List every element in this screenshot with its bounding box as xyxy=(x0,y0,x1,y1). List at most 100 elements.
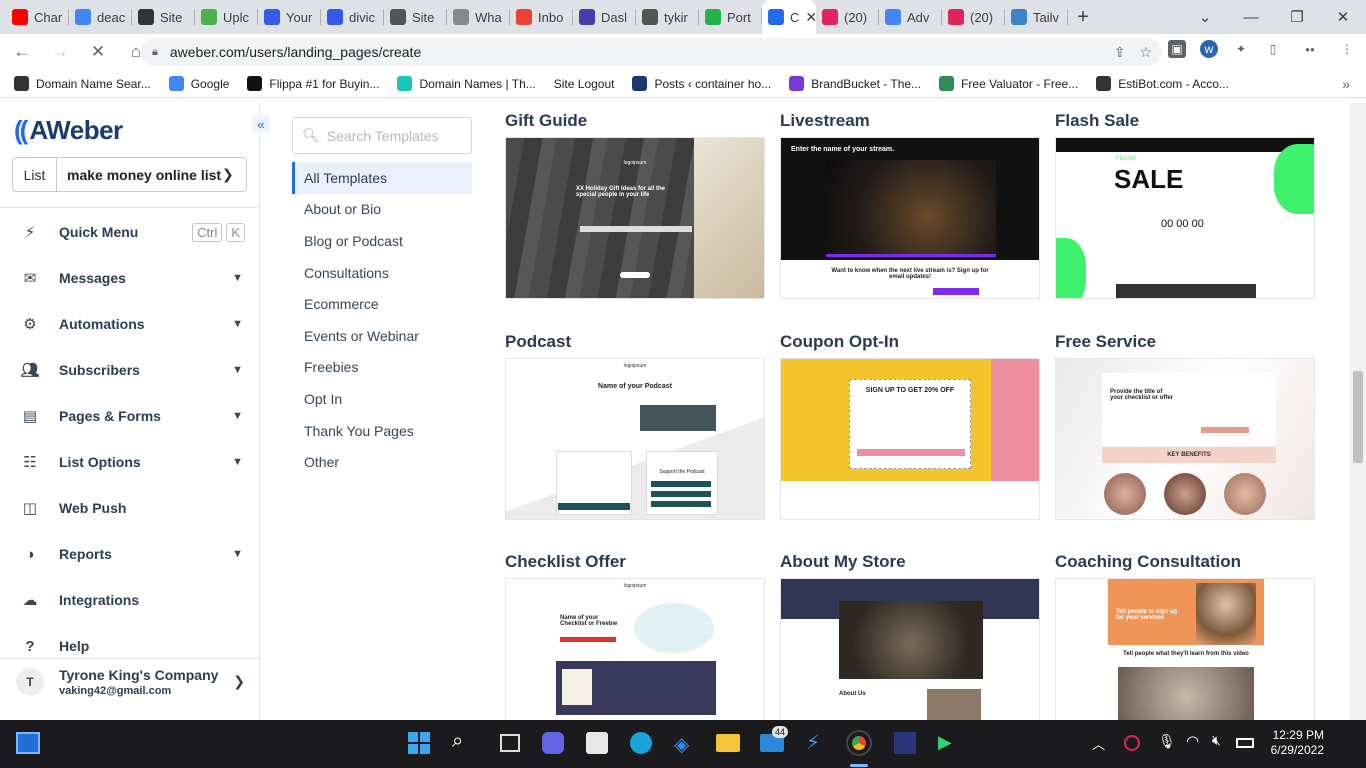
sidebar-item-quick-menu[interactable]: ⚡ Quick Menu Ctrl K xyxy=(0,209,259,255)
task-view-icon[interactable] xyxy=(500,734,520,752)
template-card-livestream[interactable]: Livestream Enter the name of your stream… xyxy=(780,106,1040,299)
bookmark-item[interactable]: Google xyxy=(168,76,229,91)
template-thumbnail[interactable]: SIGN UP TO GET 20% OFF xyxy=(780,358,1040,520)
bookmark-item[interactable]: Site Logout xyxy=(554,77,615,91)
browser-tab[interactable]: C ✕ xyxy=(762,0,816,34)
template-thumbnail[interactable]: logoipsum Name of your Podcast Support t… xyxy=(505,358,765,520)
chrome-icon[interactable] xyxy=(846,730,872,756)
aweber-logo[interactable]: (( AWeber xyxy=(14,115,123,146)
close-tab-icon[interactable]: ✕ xyxy=(805,9,816,26)
category-filter[interactable]: All Templates xyxy=(292,162,472,194)
browser-tab[interactable]: deac xyxy=(69,0,132,34)
account-switcher[interactable]: T Tyrone King's Company vaking42@gmail.c… xyxy=(0,658,259,704)
template-thumbnail[interactable]: logoipsum XX Holiday Gift Ideas for all … xyxy=(505,137,765,299)
sidebar-item-automations[interactable]: ⚙ Automations ▼ xyxy=(0,301,259,347)
bookmark-item[interactable]: Domain Names | Th... xyxy=(397,76,536,91)
bookmark-item[interactable]: Posts ‹ container ho... xyxy=(632,76,771,91)
browser-tab[interactable]: (20) xyxy=(942,0,1005,34)
category-filter[interactable]: Blog or Podcast xyxy=(292,225,472,257)
close-window-button[interactable]: ✕ xyxy=(1320,8,1366,26)
browser-tab[interactable]: Site xyxy=(384,0,447,34)
sidebar-item-pages-forms[interactable]: ▤ Pages & Forms ▼ xyxy=(0,393,259,439)
tab-search-icon[interactable]: ⌄ xyxy=(1182,8,1228,26)
browser-tab[interactable]: divic xyxy=(321,0,384,34)
extension-icon[interactable]: ▣ xyxy=(1168,40,1186,58)
new-tab-button[interactable]: + xyxy=(1068,0,1098,34)
address-bar[interactable]: 🔒︎ aweber.com/users/landing_pages/create… xyxy=(140,38,1162,66)
bookmark-item[interactable]: BrandBucket - The... xyxy=(789,76,921,91)
puzzle-icon[interactable]: ✦ xyxy=(1232,40,1250,58)
stop-loading-button[interactable]: ✕ xyxy=(82,36,114,68)
template-card-about-my-store[interactable]: About My Store About Us xyxy=(780,547,1040,720)
category-filter[interactable]: Freebies xyxy=(292,352,472,384)
bookmark-item[interactable]: EstiBot.com - Acco... xyxy=(1096,76,1229,91)
volume-muted-icon[interactable]: 🔇︎ xyxy=(1212,732,1221,749)
list-selector[interactable]: List make money online list ❯ xyxy=(12,157,247,192)
template-card-gift-guide[interactable]: Gift Guide logoipsum XX Holiday Gift Ide… xyxy=(505,106,765,299)
template-thumbnail[interactable]: logoipsum Name of your Checklist or Free… xyxy=(505,578,765,720)
wifi-icon[interactable]: ◠ xyxy=(1186,732,1199,750)
template-card-free-service[interactable]: Free Service Provide the title of your c… xyxy=(1055,327,1315,520)
page-scrollbar[interactable] xyxy=(1350,103,1366,720)
template-thumbnail[interactable]: About Us xyxy=(780,578,1040,720)
browser-tab[interactable]: Port xyxy=(699,0,762,34)
template-card-checklist-offer[interactable]: Checklist Offer logoipsum Name of your C… xyxy=(505,547,765,720)
bookmark-item[interactable]: Flippa #1 for Buyin... xyxy=(247,76,379,91)
category-filter[interactable]: Consultations xyxy=(292,257,472,289)
category-filter[interactable]: About or Bio xyxy=(292,194,472,226)
browser-tab[interactable]: Site xyxy=(132,0,195,34)
back-button[interactable]: ← xyxy=(6,36,38,68)
bookmark-item[interactable]: Free Valuator - Free... xyxy=(939,76,1078,91)
search-icon[interactable]: ⌕ xyxy=(452,730,463,753)
template-card-podcast[interactable]: Podcast logoipsum Name of your Podcast S… xyxy=(505,327,765,520)
recorder-icon[interactable] xyxy=(1124,735,1140,751)
tray-chevron-icon[interactable]: ︿ xyxy=(1092,734,1105,753)
bookmark-item[interactable]: Domain Name Sear... xyxy=(14,76,151,91)
template-thumbnail[interactable]: Tell people to sign up for your services… xyxy=(1055,578,1315,720)
browser-tab[interactable]: (20) xyxy=(816,0,879,34)
lock-icon[interactable]: 🔒︎ xyxy=(152,46,158,59)
sidebar-item-messages[interactable]: ✉ Messages ▼ xyxy=(0,255,259,301)
dropbox-icon[interactable]: ◈ xyxy=(674,732,696,756)
category-filter[interactable]: Other xyxy=(292,446,472,478)
vscode-icon[interactable]: ⚡ xyxy=(806,730,820,755)
more-bookmarks-icon[interactable]: » xyxy=(1342,76,1350,92)
tailwind-extension-icon[interactable]: w xyxy=(1200,40,1218,58)
collapse-sidebar-button[interactable]: « xyxy=(252,115,270,133)
meet-icon[interactable] xyxy=(542,732,564,754)
bookmark-star-icon[interactable]: ☆ xyxy=(1139,44,1152,61)
template-card-coupon-opt-in[interactable]: Coupon Opt-In SIGN UP TO GET 20% OFF xyxy=(780,327,1040,520)
browser-tab[interactable]: Adv xyxy=(879,0,942,34)
app-icon[interactable]: ▶ xyxy=(938,732,958,754)
browser-tab[interactable]: Char xyxy=(6,0,69,34)
forward-button[interactable]: → xyxy=(44,36,76,68)
scrollbar-thumb[interactable] xyxy=(1353,371,1363,463)
sidebar-item-web-push[interactable]: ◫ Web Push xyxy=(0,485,259,531)
sidebar-item-subscribers[interactable]: 👥︎ Subscribers ▼ xyxy=(0,347,259,393)
category-filter[interactable]: Ecommerce xyxy=(292,288,472,320)
clock[interactable]: 12:29 PM 6/29/2022 xyxy=(1264,728,1324,758)
sidebar-item-reports[interactable]: ◑ Reports ▼ xyxy=(0,531,259,577)
template-card-coaching-consultation[interactable]: Coaching Consultation Tell people to sig… xyxy=(1055,547,1315,720)
template-search[interactable]: 🔍︎ xyxy=(292,117,472,154)
profile-avatar-icon[interactable]: ●● xyxy=(1296,40,1324,58)
category-filter[interactable]: Opt In xyxy=(292,383,472,415)
minimize-button[interactable]: — xyxy=(1228,9,1274,26)
share-icon[interactable]: ⇪ xyxy=(1114,44,1126,61)
browser-tab[interactable]: tykir xyxy=(636,0,699,34)
microphone-icon[interactable]: 🎙︎ xyxy=(1158,733,1176,750)
browser-tab[interactable]: Your xyxy=(258,0,321,34)
sidebar-item-list-options[interactable]: ☷ List Options ▼ xyxy=(0,439,259,485)
store-icon[interactable] xyxy=(586,732,608,754)
category-filter[interactable]: Thank You Pages xyxy=(292,415,472,447)
browser-tab[interactable]: Uplc xyxy=(195,0,258,34)
battery-icon[interactable] xyxy=(1236,738,1254,748)
start-button[interactable] xyxy=(408,732,430,754)
menu-icon[interactable]: ⋮ xyxy=(1338,40,1356,58)
app-icon[interactable] xyxy=(894,732,916,754)
file-explorer-icon[interactable] xyxy=(716,734,740,752)
edge-icon[interactable] xyxy=(630,732,652,754)
category-filter[interactable]: Events or Webinar xyxy=(292,320,472,352)
search-templates-input[interactable] xyxy=(326,127,467,144)
template-thumbnail[interactable]: Provide the title of your checklist or o… xyxy=(1055,358,1315,520)
